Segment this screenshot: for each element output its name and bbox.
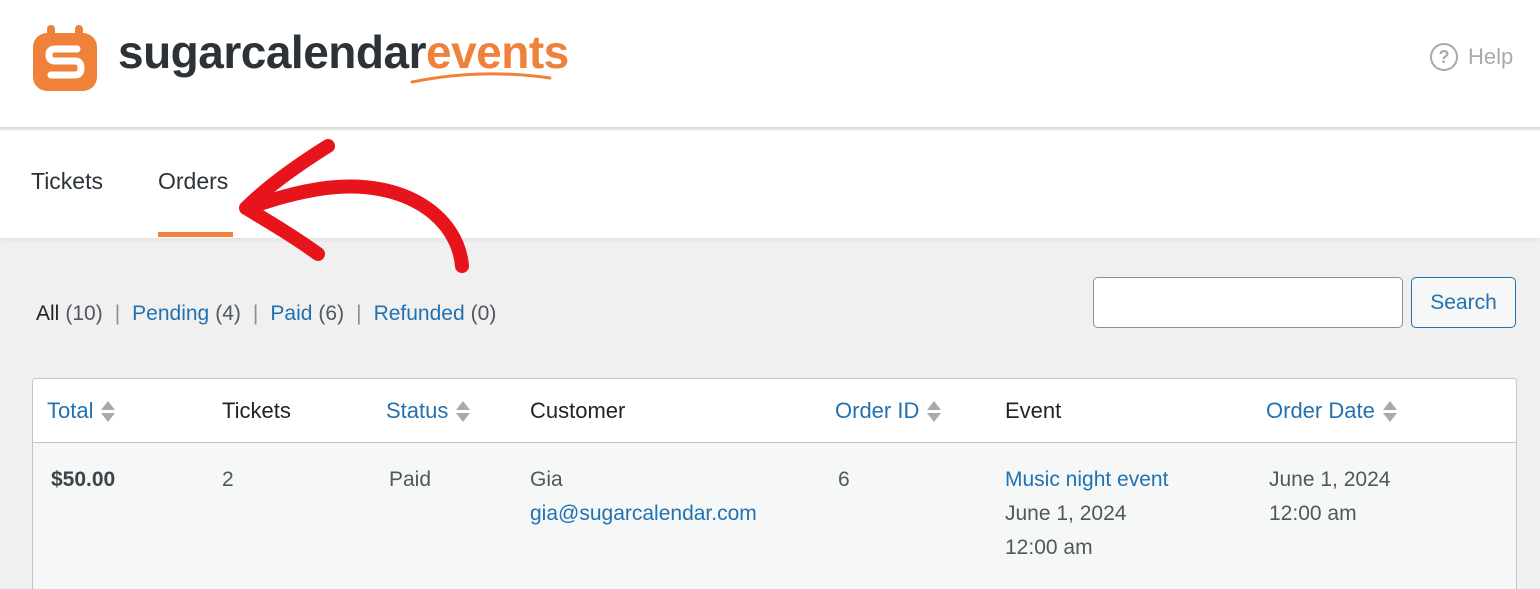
brand-swoosh-icon [410, 72, 552, 84]
tab-tickets[interactable]: Tickets [31, 168, 103, 195]
cell-order-id: 6 [838, 468, 850, 491]
column-label: Total [47, 398, 94, 423]
cell-event: Music night event June 1, 2024 12:00 am [1005, 463, 1168, 565]
cell-status: Paid [389, 468, 432, 491]
column-header-customer: Customer [530, 398, 626, 423]
customer-email-link[interactable]: gia@sugarcalendar.com [530, 497, 757, 531]
orders-table: Total Tickets Status Customer Order ID E… [32, 378, 1517, 589]
customer-name: Gia [530, 468, 563, 491]
event-date: June 1, 2024 [1005, 502, 1127, 525]
filter-refunded-count: (0) [470, 302, 497, 325]
help-label: Help [1468, 44, 1514, 69]
cell-order-date: June 1, 2024 12:00 am [1269, 463, 1390, 531]
filter-paid[interactable]: Paid [270, 302, 312, 326]
search-input[interactable] [1093, 277, 1403, 328]
brand-word-sugarcalendar: sugarcalendar [118, 26, 426, 78]
sort-icon [101, 400, 116, 422]
column-header-status[interactable]: Status [386, 398, 471, 424]
filter-separator: | [114, 302, 121, 325]
help-link[interactable]: ? Help [1430, 43, 1513, 71]
page-tabs: Tickets Orders [0, 131, 1540, 238]
tab-orders[interactable]: Orders [158, 168, 228, 195]
column-header-order-date[interactable]: Order Date [1266, 398, 1397, 424]
column-label: Status [386, 398, 449, 423]
sugarcalendar-logo-icon [33, 25, 97, 91]
event-time: 12:00 am [1005, 536, 1093, 559]
column-label: Order Date [1266, 398, 1375, 423]
table-header: Total Tickets Status Customer Order ID E… [33, 379, 1516, 443]
active-tab-indicator [158, 232, 233, 237]
column-header-tickets: Tickets [222, 398, 291, 423]
filter-all[interactable]: All [36, 302, 59, 326]
order-date: June 1, 2024 [1269, 468, 1391, 491]
search-button[interactable]: Search [1411, 277, 1516, 328]
filter-pending[interactable]: Pending [132, 302, 209, 326]
filter-all-count: (10) [65, 302, 103, 325]
cell-customer: Gia gia@sugarcalendar.com [530, 463, 757, 531]
question-circle-icon: ? [1430, 43, 1458, 71]
filter-paid-count: (6) [318, 302, 345, 325]
filter-separator: | [356, 302, 362, 325]
cell-total: $50.00 [51, 468, 116, 491]
table-row: $50.00 2 Paid Gia gia@sugarcalendar.com … [33, 443, 1516, 589]
app-header: sugarcalendarevents ? Help [0, 0, 1540, 129]
sort-icon [927, 400, 942, 422]
filter-refunded[interactable]: Refunded [374, 302, 465, 326]
column-header-event: Event [1005, 398, 1062, 423]
column-label: Order ID [835, 398, 920, 423]
event-link[interactable]: Music night event [1005, 463, 1168, 497]
column-header-total[interactable]: Total [47, 398, 116, 424]
sort-icon [456, 400, 471, 422]
filter-pending-count: (4) [215, 302, 241, 325]
sort-icon [1382, 400, 1397, 422]
column-header-order-id[interactable]: Order ID [835, 398, 942, 424]
annotation-arrow-icon [239, 139, 469, 273]
filter-separator: | [252, 302, 259, 325]
cell-tickets: 2 [222, 468, 234, 491]
status-filters: All (10) | Pending (4) | Paid (6) | Refu… [36, 302, 496, 326]
order-time: 12:00 am [1269, 502, 1357, 525]
